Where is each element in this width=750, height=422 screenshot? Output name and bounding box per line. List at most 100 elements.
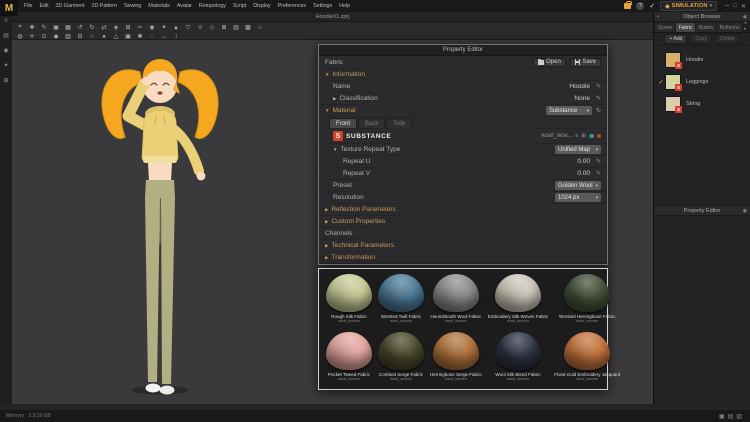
toolbar-icon[interactable]: ◇ bbox=[208, 24, 216, 31]
layout-view-icon[interactable]: ▥ bbox=[736, 413, 742, 420]
fabric-preset-cell[interactable]: Pocket Tweed Fabric wool_woven bbox=[326, 331, 372, 387]
toolbar-icon[interactable]: △ bbox=[112, 33, 120, 40]
preset-dropdown[interactable]: Golden Wool ▾ bbox=[555, 181, 601, 190]
rail-tool-icon[interactable]: ▤ bbox=[3, 32, 9, 39]
fabric-preset-cell[interactable]: Floral Gold Embroidery Jacquard wool_wov… bbox=[554, 331, 620, 387]
window-control-button[interactable]: ─ bbox=[725, 3, 729, 10]
tab-side[interactable]: Side bbox=[386, 118, 413, 128]
toolbar-icon[interactable]: ✛ bbox=[28, 33, 36, 40]
edit-pencil-icon[interactable]: ✎ bbox=[596, 83, 601, 90]
tab-fabric[interactable]: Fabric bbox=[675, 23, 695, 32]
fabric-list-item[interactable]: ✓ S Hoodie bbox=[654, 49, 750, 71]
material-section-header[interactable]: ▼ Material Substance ▾ ↻ bbox=[319, 105, 607, 117]
toolbar-icon[interactable]: ▣ bbox=[124, 33, 132, 40]
technical-section-header[interactable]: ▶ Technical Parameters bbox=[319, 240, 607, 252]
toolbar-icon[interactable]: ▩ bbox=[244, 24, 252, 31]
window-control-button[interactable]: □ bbox=[733, 3, 737, 10]
toolbar-icon[interactable]: ● bbox=[100, 34, 108, 40]
toolbar-icon[interactable]: ◍ bbox=[16, 33, 24, 40]
fabric-preset-cell[interactable]: Worsted Herringbone Fabric wool_woven bbox=[554, 274, 620, 329]
tab-button[interactable]: Button bbox=[695, 23, 716, 32]
rail-tool-icon[interactable]: ◉ bbox=[3, 47, 8, 54]
menu-item[interactable]: 2D Pattern bbox=[92, 3, 117, 9]
transformation-section-header[interactable]: ▶ Transformation bbox=[319, 252, 607, 264]
toolbar-icon[interactable]: ▽ bbox=[184, 24, 192, 31]
pin-icon[interactable]: ◉ bbox=[743, 208, 747, 214]
resolution-dropdown[interactable]: 1024 px ▾ bbox=[555, 193, 601, 202]
edit-pencil-icon[interactable]: ✎ bbox=[596, 95, 601, 102]
fabric-preset-cell[interactable]: Houndstooth Wool Fabric wool_woven bbox=[430, 274, 482, 329]
pin-icon[interactable]: ◉ bbox=[743, 14, 747, 20]
classification-row[interactable]: ▶ Classification None ✎ bbox=[319, 93, 607, 105]
save-button[interactable]: Save bbox=[569, 57, 601, 67]
menu-item[interactable]: Settings bbox=[313, 3, 332, 9]
menu-item[interactable]: Edit bbox=[39, 3, 48, 9]
store-icon[interactable] bbox=[624, 1, 632, 9]
texture-repeat-dropdown[interactable]: Unified Map ▾ bbox=[555, 145, 601, 154]
toolbar-icon[interactable]: ◆ bbox=[52, 33, 60, 40]
toolbar-icon[interactable]: ▣ bbox=[52, 24, 60, 31]
toolbar-icon[interactable]: ⊟ bbox=[76, 33, 84, 40]
property-editor-collapsed-titlebar[interactable]: Property Editor ◉ bbox=[654, 205, 750, 216]
edit-pencil-icon[interactable]: ✎ bbox=[596, 170, 601, 177]
toolbar-icon[interactable]: ▲ bbox=[172, 25, 180, 31]
fabric-preset-cell[interactable]: Combed Serge Fabric wool_woven bbox=[378, 331, 424, 387]
teal-status-icon[interactable] bbox=[589, 133, 594, 139]
object-browser-titlebar[interactable]: ▪ Object Browser ◉ bbox=[654, 12, 750, 22]
custom-properties-section-header[interactable]: ▶ Custom Properties bbox=[319, 216, 607, 228]
simulation-button[interactable]: ◆ SIMULATION ▾ bbox=[660, 1, 718, 11]
window-control-button[interactable]: ✕ bbox=[741, 3, 746, 10]
toolbar-icon[interactable]: ▧ bbox=[64, 33, 72, 40]
toolbar-icon[interactable]: ⊞ bbox=[124, 24, 132, 31]
toolbar-icon[interactable]: ≡ bbox=[196, 25, 204, 31]
avatar-3d-character[interactable] bbox=[60, 44, 270, 400]
property-editor-titlebar[interactable]: Property Editor bbox=[319, 45, 607, 56]
help-icon[interactable]: ? bbox=[636, 2, 645, 10]
add-fabric-button[interactable]: + Add bbox=[664, 34, 688, 44]
rail-tool-icon[interactable]: ≡ bbox=[4, 18, 8, 24]
toolbar-icon[interactable]: ✂ bbox=[136, 24, 144, 31]
tab-front[interactable]: Front bbox=[329, 118, 358, 128]
toolbar-icon[interactable]: ⇄ bbox=[100, 24, 108, 31]
toolbar-icon[interactable]: ↔ bbox=[160, 34, 168, 40]
list-icon[interactable]: ≡ bbox=[575, 133, 578, 139]
toolbar-icon[interactable]: ↺ bbox=[76, 24, 84, 31]
file-tab[interactable]: Hoodie01.zprj bbox=[316, 14, 350, 20]
toolbar-icon[interactable]: ⊠ bbox=[220, 24, 228, 31]
toolbar-icon[interactable]: ◉ bbox=[148, 24, 156, 31]
tab-buttonhole[interactable]: Buttonho bbox=[716, 23, 742, 32]
fabric-preset-cell[interactable]: Embroidery Silk Woven Fabric wool_woven bbox=[488, 274, 548, 329]
fabric-preset-cell[interactable]: Herringbone Serge Fabric wool_woven bbox=[430, 331, 482, 387]
toolbar-icon[interactable]: ◈ bbox=[112, 24, 120, 31]
fabric-preset-cell[interactable]: Wool Silk Blend Fabric wool_woven bbox=[488, 331, 548, 387]
toolbar-icon[interactable]: ⌖ bbox=[16, 24, 24, 31]
layout-view-icon[interactable]: ▤ bbox=[728, 413, 734, 420]
information-section-header[interactable]: ▼ Information bbox=[319, 69, 607, 81]
menu-item[interactable]: Display bbox=[253, 3, 270, 9]
menu-item[interactable]: Sewing bbox=[124, 3, 142, 9]
toolbar-icon[interactable]: ↻ bbox=[88, 24, 96, 31]
rail-tool-icon[interactable]: ⊞ bbox=[3, 77, 8, 84]
menu-item[interactable]: Script bbox=[233, 3, 247, 9]
menu-item[interactable]: 3D Garment bbox=[56, 3, 85, 9]
toolbar-icon[interactable]: ○ bbox=[88, 34, 96, 40]
toolbar-icon[interactable]: ▤ bbox=[232, 24, 240, 31]
delete-fabric-button[interactable]: Delete bbox=[715, 34, 740, 44]
toolbar-icon[interactable]: ✚ bbox=[28, 24, 36, 31]
grid-icon[interactable]: ⊞ bbox=[581, 133, 586, 139]
tab-back[interactable]: Back bbox=[358, 118, 386, 128]
toolbar-icon[interactable]: ✎ bbox=[40, 24, 48, 31]
fabric-list-item[interactable]: ✓ S String bbox=[654, 93, 750, 115]
sync-check-icon[interactable]: ✓ bbox=[649, 2, 655, 10]
menu-item[interactable]: Avatar bbox=[177, 3, 192, 9]
toolbar-icon[interactable]: ⊙ bbox=[40, 33, 48, 40]
menu-item[interactable]: File bbox=[24, 3, 33, 9]
toolbar-icon[interactable]: ✦ bbox=[160, 24, 168, 31]
toolbar-icon[interactable]: ⌂ bbox=[256, 25, 264, 31]
fabric-preset-cell[interactable]: Worsted Twill Fabric wool_woven bbox=[378, 274, 424, 329]
copy-fabric-button[interactable]: Copy bbox=[690, 34, 713, 44]
open-button[interactable]: Open bbox=[533, 57, 566, 67]
menu-item[interactable]: Preferences bbox=[278, 3, 307, 9]
reflection-section-header[interactable]: ▶ Reflection Parameters bbox=[319, 204, 607, 216]
red-status-icon[interactable] bbox=[596, 133, 601, 139]
